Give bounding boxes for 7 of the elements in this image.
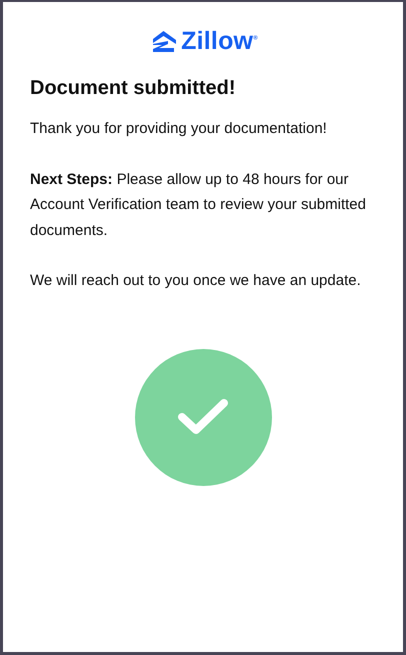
- logo-text: Zillow$^{®}$: [181, 27, 258, 56]
- message-text: We will reach out to you once we have an update.: [30, 271, 362, 291]
- message-text: Next Steps: Please allow up to 48 hours for our Account Verification team to review your submitted documents.: [30, 170, 367, 240]
- checkmark-icon: [177, 398, 229, 436]
- page-title: Document submitted!: [30, 77, 237, 100]
- house-logo-icon: [151, 30, 176, 52]
- message-text: Thank you for providing your documentation!: [30, 119, 328, 139]
